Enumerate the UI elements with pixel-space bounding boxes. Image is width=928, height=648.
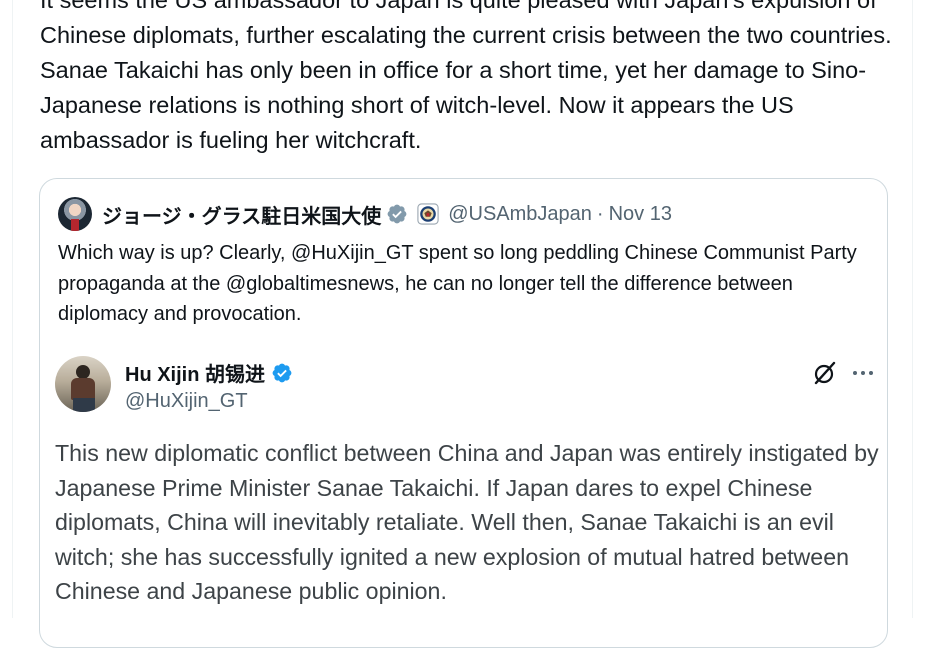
quoted-tweet-header: ジョージ・グラス駐日米国大使 @USAmbJapan · Nov 13 <box>58 197 672 231</box>
embedded-author-avatar[interactable] <box>55 356 111 412</box>
verified-badge-icon <box>272 363 292 382</box>
column-border-right <box>912 0 913 618</box>
grok-icon[interactable] <box>812 360 838 386</box>
embedded-author-handle[interactable]: @HuXijin_GT <box>125 390 248 413</box>
quoted-author-name[interactable]: ジョージ・グラス駐日米国大使 <box>102 200 381 229</box>
quoted-tweet-text: Which way is up? Clearly, @HuXijin_GT sp… <box>58 242 857 325</box>
government-seal-icon <box>417 203 439 225</box>
more-options-icon[interactable] <box>851 360 875 386</box>
column-border-left <box>12 0 13 618</box>
quoted-tweet-date[interactable]: Nov 13 <box>609 203 672 226</box>
header-separator: · <box>596 202 604 225</box>
verified-badge-icon <box>387 204 407 224</box>
tweet-text: It seems the US ambassador to Japan is q… <box>40 0 892 153</box>
quoted-author-avatar[interactable] <box>58 197 92 231</box>
embedded-author-name[interactable]: Hu Xijin 胡锡进 <box>125 358 265 387</box>
embedded-tweet-text: This new diplomatic conflict between Chi… <box>55 440 879 604</box>
embedded-author-name-row: Hu Xijin 胡锡进 <box>125 358 293 387</box>
quoted-author-handle[interactable]: @USAmbJapan <box>448 203 592 226</box>
